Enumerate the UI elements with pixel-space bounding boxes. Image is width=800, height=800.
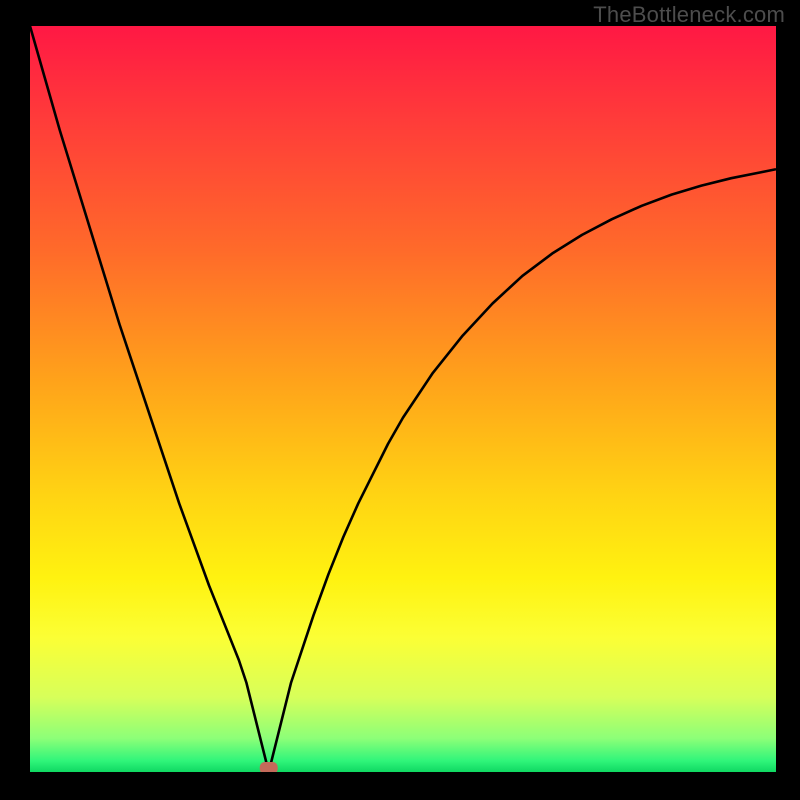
chart-svg [30, 26, 776, 772]
chart-frame: TheBottleneck.com [0, 0, 800, 800]
plot-area [30, 26, 776, 772]
minimum-marker [260, 762, 278, 772]
gradient-background [30, 26, 776, 772]
watermark-text: TheBottleneck.com [593, 2, 785, 28]
